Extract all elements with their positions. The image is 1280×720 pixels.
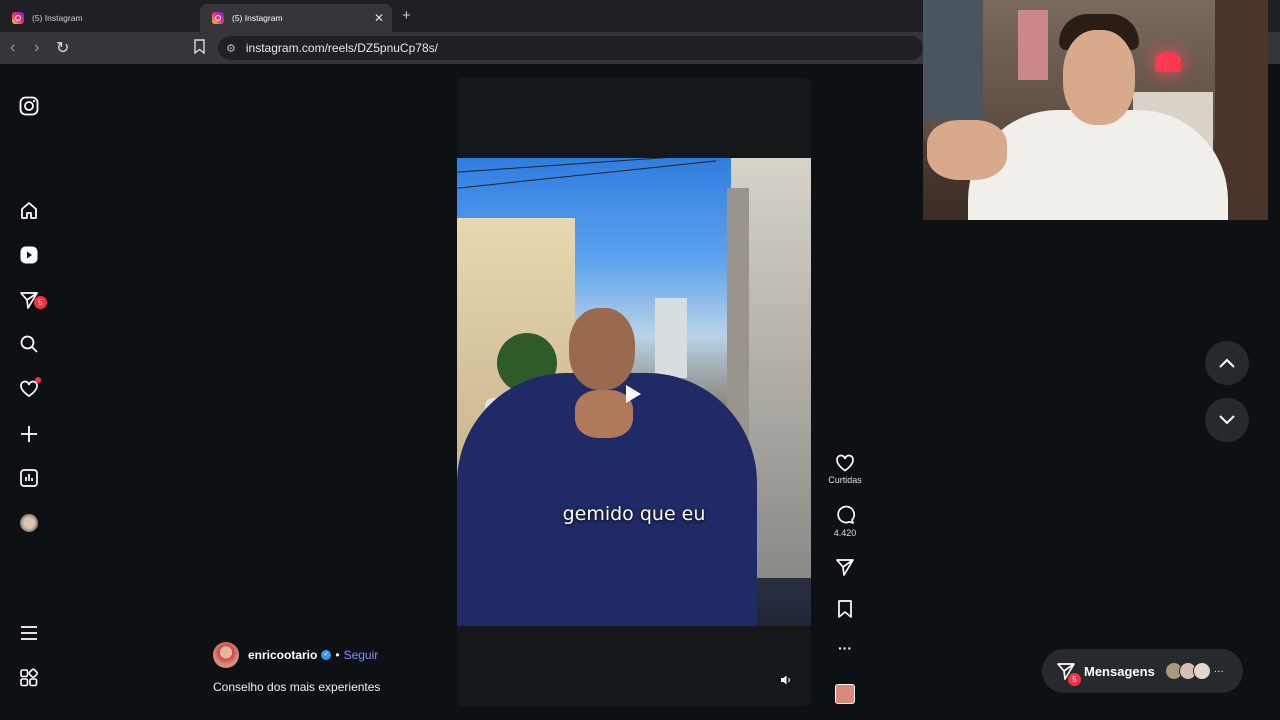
audio-thumbnail[interactable] (835, 684, 855, 704)
reel-caption: Conselho dos mais experientes (213, 680, 381, 694)
reload-icon[interactable]: ↻ (56, 38, 69, 58)
power-line (457, 158, 677, 173)
chevron-up-icon (1219, 358, 1235, 368)
author-username[interactable]: enricootario (248, 648, 317, 662)
forward-icon[interactable]: › (34, 39, 39, 57)
volume-icon[interactable] (780, 674, 792, 689)
bookmark-icon (838, 600, 852, 618)
back-icon[interactable]: ‹ (10, 39, 15, 57)
reel-video[interactable]: gemido que eu (457, 158, 811, 626)
instagram-favicon-icon (212, 12, 224, 24)
messages-label: Mensagens (1084, 663, 1155, 679)
share-button[interactable] (827, 557, 863, 580)
comment-icon (837, 505, 855, 524)
webcam-overlay (923, 0, 1268, 220)
chevron-down-icon (1219, 415, 1235, 425)
save-button[interactable] (827, 599, 863, 622)
create-plus-icon[interactable] (17, 422, 41, 446)
browser-tab-2[interactable]: (5) Instagram ✕ (200, 4, 392, 32)
message-avatars (1164, 662, 1211, 680)
messages-icon[interactable]: 5 (17, 288, 47, 312)
video-subtitle: gemido que eu (562, 503, 706, 525)
avatar (1192, 662, 1211, 680)
site-settings-icon[interactable]: ⚙ (226, 42, 236, 55)
comment-button[interactable]: 4.420 (827, 505, 863, 538)
home-icon[interactable] (17, 198, 41, 222)
new-tab-button[interactable]: + (402, 7, 411, 24)
instagram-logo-icon[interactable] (17, 94, 41, 118)
messages-badge: 5 (1068, 673, 1081, 686)
profile-avatar[interactable] (17, 511, 41, 535)
previous-reel-button[interactable] (1205, 341, 1249, 385)
notifications-badge: 5 (34, 296, 47, 309)
bookmark-page-icon[interactable] (193, 39, 206, 55)
building-tower (655, 298, 687, 378)
like-button[interactable]: Curtidas (827, 454, 863, 485)
tab-title: (5) Instagram (232, 13, 283, 23)
notification-dot (35, 377, 41, 383)
heart-notifications-icon[interactable] (17, 377, 41, 401)
heart-icon (836, 454, 854, 472)
reel-player[interactable]: gemido que eu (457, 78, 811, 706)
instagram-favicon-icon (12, 12, 24, 24)
browser-tab-1[interactable]: (5) Instagram (0, 4, 196, 32)
menu-icon[interactable] (17, 621, 41, 645)
person-head (569, 308, 635, 390)
more-options-button[interactable]: ··· (827, 640, 863, 656)
next-reel-button[interactable] (1205, 398, 1249, 442)
streamer-shirt (968, 110, 1228, 220)
reels-icon[interactable] (17, 243, 41, 267)
likes-label: Curtidas (828, 475, 862, 485)
red-lamp (1155, 52, 1181, 72)
sidebar: 5 (0, 64, 58, 720)
follow-button[interactable]: Seguir (344, 648, 379, 662)
comments-count: 4.420 (833, 528, 857, 538)
person-hand (575, 390, 633, 438)
play-icon[interactable] (626, 385, 641, 403)
close-tab-icon[interactable]: ✕ (374, 11, 384, 25)
wall-poster (1018, 10, 1048, 80)
more-apps-icon[interactable] (17, 666, 41, 690)
streamer-hand (927, 120, 1007, 180)
address-bar[interactable]: ⚙ instagram.com/reels/DZ5pnuCp78s/ (218, 36, 923, 60)
more-avatars-icon: ··· (1213, 665, 1224, 677)
messages-button[interactable]: 5 Mensagens ··· (1042, 649, 1243, 693)
power-line (457, 160, 717, 189)
url-text: instagram.com/reels/DZ5pnuCp78s/ (245, 41, 438, 55)
streamer-face (1063, 30, 1135, 125)
hanging-jacket (923, 0, 983, 120)
tab-title: (5) Instagram (32, 13, 83, 23)
search-icon[interactable] (17, 332, 41, 356)
reel-author: enricootario ✓ • Seguir (213, 642, 378, 668)
dashboard-icon[interactable] (17, 466, 41, 490)
author-avatar[interactable] (213, 642, 239, 668)
verified-badge-icon: ✓ (321, 650, 332, 660)
separator: • (335, 648, 340, 662)
share-icon (836, 559, 854, 576)
